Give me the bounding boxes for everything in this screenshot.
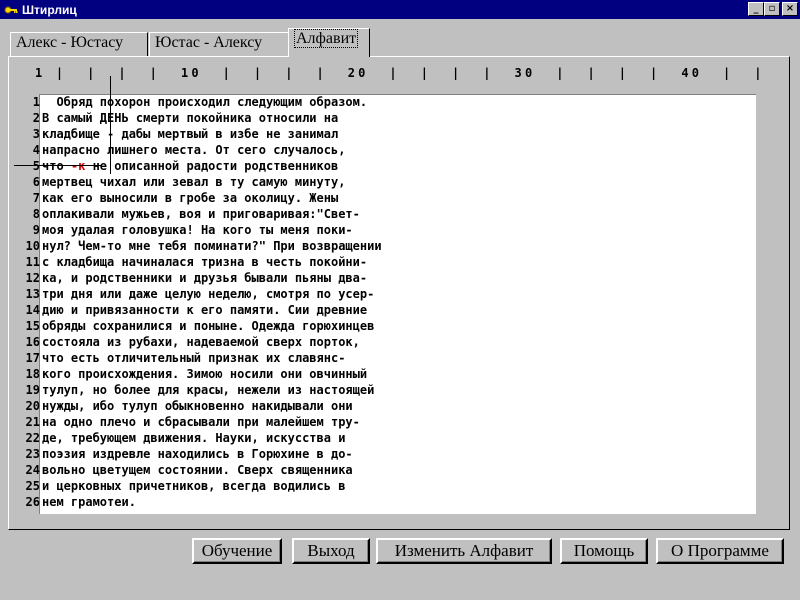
line-number: 13 bbox=[25, 287, 40, 301]
text-line: моя удалая головушка! На кого ты меня по… bbox=[42, 223, 353, 237]
about-button[interactable]: О Программе bbox=[656, 538, 784, 564]
tab-alphabet[interactable]: Алфавит bbox=[288, 28, 370, 57]
text-line: обряды сохранилися и поныне. Одежда горю… bbox=[42, 319, 375, 333]
text-line: дию и привязанности к его памяти. Сии др… bbox=[42, 303, 368, 317]
help-button[interactable]: Помощь bbox=[560, 538, 648, 564]
line-number: 22 bbox=[25, 431, 40, 445]
line-number: 26 bbox=[25, 495, 40, 509]
text-line: как его выносили в гробе за околицу. Жен… bbox=[42, 191, 339, 205]
highlighted-char: -к bbox=[70, 159, 86, 173]
column-ruler: 1 | | | | 10 | | | | 20 | | | | 30 | | |… bbox=[35, 66, 765, 80]
text-line-current: что -к не описанной радости родственнико… bbox=[42, 158, 754, 174]
line-number: 18 bbox=[25, 367, 40, 381]
text-line: нем грамотеи. bbox=[42, 495, 136, 509]
text-line: де, требующем движения. Науки, искусства… bbox=[42, 431, 346, 445]
line-number: 19 bbox=[25, 383, 40, 397]
text-line: нул? Чем-то мне тебя поминати?" При возв… bbox=[42, 239, 382, 253]
line-number: 4 bbox=[32, 143, 40, 157]
learn-button[interactable]: Обучение bbox=[192, 538, 282, 564]
tab-label: Алекс - Юстасу bbox=[16, 34, 124, 51]
line-number: 12 bbox=[25, 271, 40, 285]
line-number: 8 bbox=[32, 207, 40, 221]
line-number: 2 bbox=[32, 111, 40, 125]
line-number: 10 bbox=[25, 239, 40, 253]
text-line: кладбище - дабы мертвый в избе не занима… bbox=[42, 127, 339, 141]
text-line: оплакивали мужьев, воя и приговаривая:"С… bbox=[42, 207, 360, 221]
line-number: 6 bbox=[32, 175, 40, 189]
text-line: мертвец чихал или зевал в ту самую минут… bbox=[42, 175, 346, 189]
text-line: нужды, ибо тулуп обыкновенно накидывали … bbox=[42, 399, 353, 413]
line-number: 24 bbox=[25, 463, 40, 477]
tab-label: Алфавит bbox=[294, 29, 359, 48]
text-line: напрасно лишнего места. От сего случалос… bbox=[42, 143, 346, 157]
text-line: ка, и родственники и друзья бывали пьяны… bbox=[42, 271, 368, 285]
text-lines: Обряд похорон происходил следующим образ… bbox=[42, 94, 754, 510]
text-line: поэзия издревле находились в Горюхине в … bbox=[42, 447, 353, 461]
line-number: 17 bbox=[25, 351, 40, 365]
line-number: 21 bbox=[25, 415, 40, 429]
exit-button[interactable]: Выход bbox=[292, 538, 370, 564]
text-line: три дня или даже целую неделю, смотря по… bbox=[42, 287, 375, 301]
line-number: 9 bbox=[32, 223, 40, 237]
title-bar: Штирлиц _ ▫ × bbox=[0, 0, 800, 19]
text-line: В самый ДЕНЬ смерти покойника относили н… bbox=[42, 111, 339, 125]
line-number: 14 bbox=[25, 303, 40, 317]
tab-alex-to-justas[interactable]: Алекс - Юстасу bbox=[10, 32, 148, 56]
line-number: 5 bbox=[32, 159, 40, 173]
tab-label: Юстас - Алексу bbox=[155, 34, 263, 51]
line-number: 16 bbox=[25, 335, 40, 349]
text-line: состояла из рубахи, надеваемой сверх пор… bbox=[42, 335, 360, 349]
text-line-rest: не описанной радости родственников bbox=[85, 159, 339, 173]
column-cursor bbox=[110, 76, 111, 174]
text-line: и церковных причетников, всегда водились… bbox=[42, 479, 346, 493]
text-line: кого происхождения. Зимою носили они овч… bbox=[42, 367, 368, 381]
text-line: вольно цветущем состоянии. Сверх священн… bbox=[42, 463, 353, 477]
line-number: 11 bbox=[25, 255, 40, 269]
minimize-button[interactable]: _ bbox=[748, 2, 764, 16]
text-line: тулуп, но более для красы, нежели из нас… bbox=[42, 383, 375, 397]
line-numbers: 1 2 3 4 5 6 7 8 9 10 11 12 13 14 15 16 1… bbox=[14, 94, 40, 510]
text-line-start: что bbox=[42, 159, 71, 173]
key-icon bbox=[3, 3, 19, 17]
line-marker bbox=[14, 165, 102, 166]
tab-justas-to-alex[interactable]: Юстас - Алексу bbox=[149, 32, 289, 56]
window-title: Штирлиц bbox=[22, 2, 77, 17]
line-number: 15 bbox=[25, 319, 40, 333]
line-number: 25 bbox=[25, 479, 40, 493]
line-number: 7 bbox=[32, 191, 40, 205]
line-number: 23 bbox=[25, 447, 40, 461]
line-number: 1 bbox=[32, 95, 40, 109]
line-number: 20 bbox=[25, 399, 40, 413]
maximize-button[interactable]: ▫ bbox=[764, 2, 780, 16]
close-button[interactable]: × bbox=[782, 2, 798, 16]
text-line: на одно плечо и сбрасывали при малейшем … bbox=[42, 415, 360, 429]
text-line: Обряд похорон происходил следующим образ… bbox=[42, 95, 368, 109]
text-line: с кладбища начиналася тризна в честь пок… bbox=[42, 255, 368, 269]
line-number: 3 bbox=[32, 127, 40, 141]
text-line: что есть отличительный признак их славян… bbox=[42, 351, 346, 365]
change-alphabet-button[interactable]: Изменить Алфавит bbox=[376, 538, 552, 564]
